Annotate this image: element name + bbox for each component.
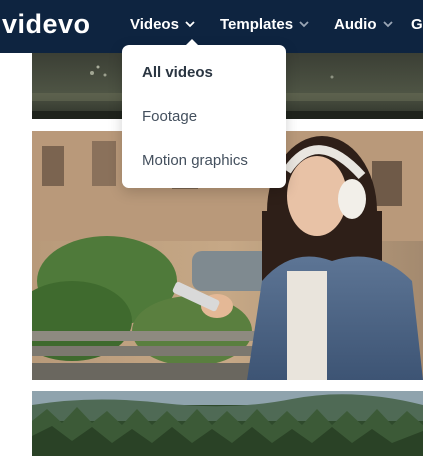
- nav-more-truncated[interactable]: G: [411, 16, 423, 33]
- videos-dropdown-menu: All videos Footage Motion graphics: [122, 39, 286, 188]
- dropdown-item-all-videos[interactable]: All videos: [142, 64, 213, 81]
- nav-videos[interactable]: Videos: [130, 16, 195, 33]
- video-thumbnail-forest[interactable]: [32, 391, 423, 456]
- chevron-down-icon: [382, 21, 393, 28]
- nav-more-label: G: [411, 16, 423, 33]
- chevron-down-icon: [299, 21, 309, 28]
- forest-clip-thumbnail: [32, 391, 423, 456]
- nav-audio[interactable]: Audio: [334, 16, 393, 33]
- dropdown-item-footage[interactable]: Footage: [142, 108, 197, 125]
- videvo-logo[interactable]: videvo: [2, 9, 91, 40]
- dropdown-caret: [185, 39, 199, 46]
- dropdown-item-motion-graphics[interactable]: Motion graphics: [142, 152, 248, 169]
- nav-audio-label: Audio: [334, 16, 377, 33]
- nav-templates-label: Templates: [220, 16, 294, 33]
- nav-videos-label: Videos: [130, 16, 179, 33]
- nav-templates[interactable]: Templates: [220, 16, 309, 33]
- chevron-down-icon: [185, 21, 195, 28]
